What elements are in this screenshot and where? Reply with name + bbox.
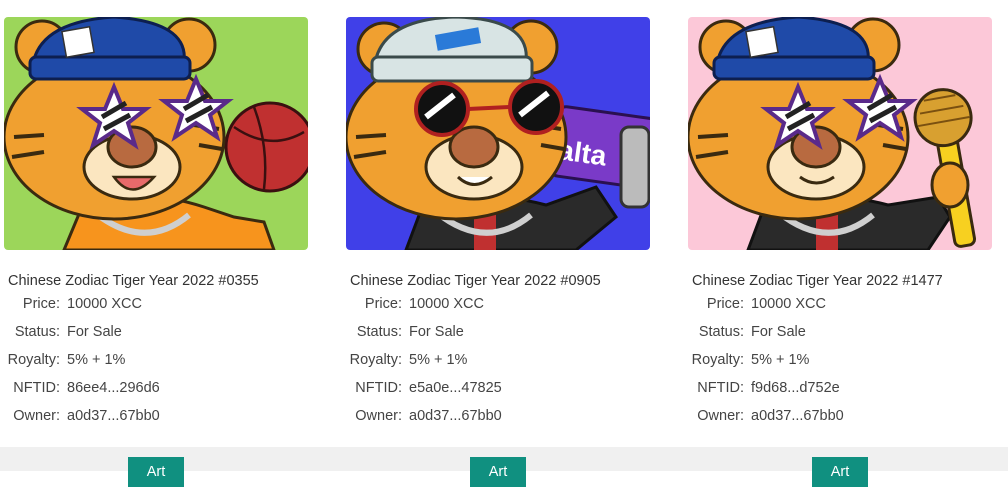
status-row: Status: For Sale [0,324,330,344]
nftid-label: NFTID: [13,380,60,396]
owner-row: Owner: a0d37...67bb0 [684,408,1008,428]
royalty-value: 5% + 1% [751,352,810,368]
nft-card[interactable]: Chinese Zodiac Tiger Year 2022 #0355 Pri… [0,0,330,440]
price-label: Price: [706,296,744,312]
tiger-artwork [4,17,308,250]
nft-title[interactable]: Chinese Zodiac Tiger Year 2022 #0905 [350,273,601,289]
price-value: 10000 XCC [67,296,142,312]
price-label: Price: [364,296,402,312]
nft-image[interactable]: alta [346,17,650,250]
tiger-artwork [688,17,992,250]
nftid-value: e5a0e...47825 [409,380,502,396]
owner-value: a0d37...67bb0 [409,408,502,424]
royalty-row: Royalty: 5% + 1% [0,352,330,372]
royalty-label: Royalty: [7,352,60,368]
nft-image[interactable] [688,17,992,250]
owner-value: a0d37...67bb0 [751,408,844,424]
status-value: For Sale [409,324,464,340]
nft-image[interactable] [4,17,308,250]
nft-card-grid: Chinese Zodiac Tiger Year 2022 #0355 Pri… [0,0,1008,503]
owner-label: Owner: [13,408,60,424]
owner-row: Owner: a0d37...67bb0 [342,408,672,428]
nftid-row: NFTID: f9d68...d752e [684,380,1008,400]
nftid-row: NFTID: 86ee4...296d6 [0,380,330,400]
nft-title[interactable]: Chinese Zodiac Tiger Year 2022 #1477 [692,273,943,289]
art-button[interactable]: Art [812,457,868,487]
status-value: For Sale [751,324,806,340]
price-row: Price: 10000 XCC [0,296,330,316]
royalty-label: Royalty: [349,352,402,368]
nft-card[interactable]: Chinese Zodiac Tiger Year 2022 #1477 Pri… [684,0,1008,440]
royalty-row: Royalty: 5% + 1% [342,352,672,372]
status-label: Status: [698,324,744,340]
owner-label: Owner: [697,408,744,424]
round-glasses-right [508,79,564,135]
nftid-value: 86ee4...296d6 [67,380,160,396]
owner-label: Owner: [355,408,402,424]
status-label: Status: [356,324,402,340]
owner-value: a0d37...67bb0 [67,408,160,424]
price-label: Price: [22,296,60,312]
round-glasses-left [414,81,470,137]
nftid-label: NFTID: [697,380,744,396]
art-button[interactable]: Art [470,457,526,487]
price-row: Price: 10000 XCC [342,296,672,316]
nft-title[interactable]: Chinese Zodiac Tiger Year 2022 #0355 [8,273,259,289]
royalty-row: Royalty: 5% + 1% [684,352,1008,372]
nftid-value: f9d68...d752e [751,380,840,396]
nftid-row: NFTID: e5a0e...47825 [342,380,672,400]
basketball [224,101,308,193]
royalty-label: Royalty: [691,352,744,368]
status-row: Status: For Sale [342,324,672,344]
tiger-artwork: alta [346,17,650,250]
status-value: For Sale [67,324,122,340]
nft-card[interactable]: alta Chinese Zodiac Tiger Year 2022 #090… [342,0,672,440]
owner-row: Owner: a0d37...67bb0 [0,408,330,428]
royalty-value: 5% + 1% [409,352,468,368]
status-label: Status: [14,324,60,340]
art-button[interactable]: Art [128,457,184,487]
royalty-value: 5% + 1% [67,352,126,368]
price-value: 10000 XCC [751,296,826,312]
price-value: 10000 XCC [409,296,484,312]
status-row: Status: For Sale [684,324,1008,344]
price-row: Price: 10000 XCC [684,296,1008,316]
nftid-label: NFTID: [355,380,402,396]
